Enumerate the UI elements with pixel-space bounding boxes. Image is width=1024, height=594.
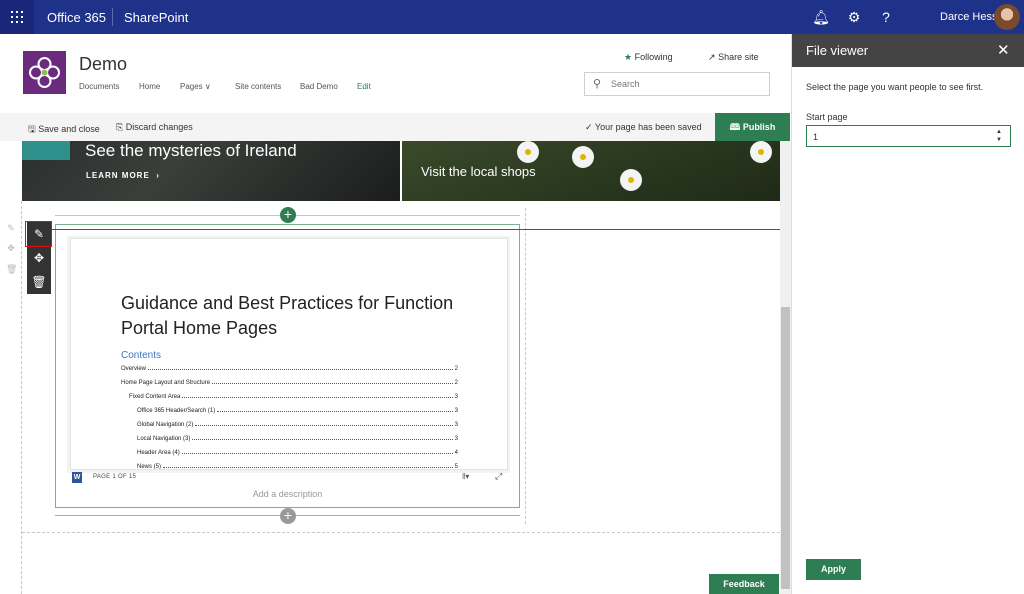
site-logo[interactable] <box>23 51 66 94</box>
start-page-field[interactable]: ▲▼ <box>806 125 1011 147</box>
following-button[interactable]: ★ Following <box>624 52 673 63</box>
discard-label: Discard changes <box>125 122 193 132</box>
search-icon: ⚲ <box>593 78 602 90</box>
save-close-label: Save and close <box>38 124 100 134</box>
toc-row: Local Navigation (3) 3 <box>137 436 458 442</box>
nav-site-contents[interactable]: Site contents <box>235 82 281 91</box>
contents-heading: Contents <box>121 350 162 361</box>
toc-row: Home Page Layout and Structure 2 <box>121 380 458 386</box>
learn-more-label: LEARN MORE <box>86 171 150 180</box>
move-section-icon[interactable]: ✥ <box>6 243 16 253</box>
flower-decoration <box>572 146 594 168</box>
column-divider <box>525 208 526 524</box>
chevron-right-icon: › <box>156 171 160 180</box>
hero-tile-ireland[interactable]: See the mysteries of Ireland LEARN MORE … <box>22 141 400 201</box>
property-pane: File viewer ✕ Select the page you want p… <box>791 34 1024 594</box>
search-input[interactable] <box>611 77 761 91</box>
nav-home[interactable]: Home <box>139 82 160 91</box>
command-bar: 🖫︎ Save and close ⎘ Discard changes ✓ Yo… <box>0 113 790 141</box>
avatar[interactable] <box>994 4 1020 30</box>
delete-section-icon[interactable]: 🗑︎ <box>6 264 17 274</box>
nav-pages-label: Pages <box>180 82 203 91</box>
edit-highlight-box <box>25 221 52 247</box>
nav-bad-demo[interactable]: Bad Demo <box>300 82 338 91</box>
hero-tile-shops[interactable]: Visit the local shops <box>402 141 780 201</box>
sharepoint-app-link[interactable]: SharePoint <box>124 10 188 25</box>
nav-documents[interactable]: Documents <box>79 82 119 91</box>
start-page-label: Start page <box>806 112 848 122</box>
chevron-down-icon: ∨ <box>204 82 211 91</box>
fullscreen-icon[interactable]: ⤢ <box>495 471 502 482</box>
flower-decoration <box>620 169 642 191</box>
check-icon: ✓ <box>585 122 593 132</box>
close-icon[interactable]: ✕ <box>997 41 1010 59</box>
publish-icon: 🕮︎ <box>729 122 741 132</box>
discard-button[interactable]: ⎘ Discard changes <box>116 122 193 133</box>
gear-icon[interactable]: ⚙︎ <box>845 8 863 26</box>
document-title: Guidance and Best Practices for Function… <box>121 293 454 338</box>
help-icon[interactable]: ? <box>877 8 895 26</box>
feedback-button[interactable]: Feedback <box>709 574 779 594</box>
hero-title: See the mysteries of Ireland <box>85 141 297 160</box>
share-icon: ↗ <box>708 52 716 62</box>
word-icon: W <box>72 472 82 483</box>
user-name[interactable]: Darce Hess <box>940 11 997 23</box>
suite-bar: Office 365 SharePoint 🔔︎ ⚙︎ ? Darce Hess <box>0 0 1024 34</box>
save-close-button[interactable]: 🖫︎ Save and close <box>28 122 100 138</box>
toc-row: News (5) 5 <box>137 464 458 470</box>
waffle-icon[interactable] <box>0 0 34 34</box>
spinner-icon[interactable]: ▲ ▼ <box>992 128 1006 144</box>
learn-more-link[interactable]: LEARN MORE › <box>86 171 160 180</box>
share-site-button[interactable]: ↗ Share site <box>708 52 759 63</box>
section-border <box>21 201 22 594</box>
pane-header: File viewer ✕ <box>792 34 1024 67</box>
annotation-arrow <box>52 229 834 230</box>
following-label: Following <box>634 52 673 62</box>
toc-row: Header Area (4) 4 <box>137 450 458 456</box>
pane-title: File viewer <box>806 43 869 58</box>
bell-icon[interactable]: 🔔︎ <box>812 8 830 26</box>
save-status: ✓ Your page has been saved <box>585 122 702 133</box>
add-webpart-top-icon[interactable]: + <box>280 207 296 223</box>
star-icon: ★ <box>624 52 633 62</box>
document-page: Guidance and Best Practices for Function… <box>70 238 508 470</box>
site-title[interactable]: Demo <box>79 54 127 75</box>
toc-row: Fixed Content Area 3 <box>129 394 458 400</box>
view-options-button[interactable]: ‖▾ <box>462 472 469 481</box>
discard-icon: ⎘ <box>116 122 124 132</box>
section-bottom-border <box>22 532 780 533</box>
share-label: Share site <box>718 52 759 62</box>
hero-shops-title: Visit the local shops <box>421 164 536 179</box>
toc-row: Global Navigation (2) 3 <box>137 422 458 428</box>
hero-accent <box>22 141 70 160</box>
nav-pages[interactable]: Pages ∨ <box>180 82 211 91</box>
trash-icon[interactable]: 🗑︎ <box>27 270 51 294</box>
office365-brand[interactable]: Office 365 <box>47 10 106 25</box>
suite-divider <box>112 8 113 26</box>
description-field[interactable]: Add a description <box>55 489 520 499</box>
scrollbar-thumb[interactable] <box>781 307 790 589</box>
edit-section-icon[interactable]: ✎ <box>6 223 16 233</box>
publish-button[interactable]: 🕮︎ Publish <box>715 113 790 141</box>
document-footer: W PAGE 1 OF 15 ‖▾ ⤢ <box>67 471 510 485</box>
nav-edit[interactable]: Edit <box>357 82 371 91</box>
pane-description: Select the page you want people to see f… <box>806 82 984 92</box>
move-icon[interactable]: ✥ <box>27 246 51 270</box>
toc-row: Overview 2 <box>121 366 458 372</box>
toc-row: Office 365 Header/Search (1) 3 <box>137 408 458 414</box>
add-webpart-bottom-icon[interactable]: + <box>280 508 296 524</box>
flower-decoration <box>750 141 772 163</box>
start-page-input[interactable] <box>813 130 983 143</box>
search-box[interactable]: ⚲ <box>584 72 770 96</box>
page-count: PAGE 1 OF 15 <box>93 474 137 480</box>
save-icon: 🖫︎ <box>28 124 36 134</box>
save-status-label: Your page has been saved <box>594 122 702 132</box>
apply-button[interactable]: Apply <box>806 559 861 580</box>
flower-decoration <box>517 141 539 163</box>
publish-label: Publish <box>742 122 776 132</box>
